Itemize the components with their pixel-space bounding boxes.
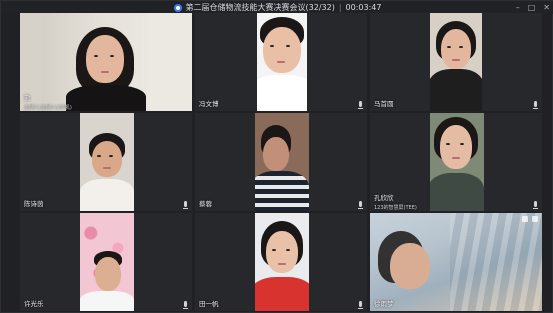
fullscreen-icon[interactable] (522, 216, 528, 222)
participant-tile[interactable]: 蔡蓉 (195, 113, 367, 211)
video-feed (430, 113, 484, 211)
video-feed (430, 13, 482, 111)
maximize-button[interactable]: □ (528, 3, 536, 12)
participant-name: 马首圆 (374, 100, 394, 108)
participant-tile[interactable]: 熊 主持人(主持人)(本机) (20, 13, 192, 111)
video-feed (20, 13, 192, 111)
microphone-icon[interactable] (183, 201, 188, 209)
participant-tile[interactable]: 孔欣欣 123的智慧屏(TEE) (370, 113, 542, 211)
close-button[interactable]: ✕ (543, 3, 550, 12)
video-feed (257, 13, 307, 111)
more-options-icon[interactable] (532, 216, 538, 222)
microphone-icon[interactable] (533, 101, 538, 109)
video-feed (255, 113, 309, 211)
participant-name: 田一帆 (199, 300, 219, 308)
video-feed (80, 113, 134, 211)
video-feed (370, 213, 542, 311)
app-logo-icon (173, 3, 182, 12)
participant-tile[interactable]: 田一帆 (195, 213, 367, 311)
video-grid: 熊 主持人(主持人)(本机) 冯文博 马首圆 陈诗茵 蔡蓉 孔欣欣 123的智慧… (20, 13, 543, 313)
microphone-icon[interactable] (183, 301, 188, 309)
participant-name: 熊 (24, 94, 31, 102)
participant-name: 许光乐 (24, 300, 44, 308)
microphone-icon[interactable] (358, 101, 363, 109)
minimize-button[interactable]: – (516, 3, 520, 12)
participant-name: 冯文博 (199, 100, 219, 108)
participant-name: 徐雨梦 (374, 300, 394, 308)
participant-tile[interactable]: 陈诗茵 (20, 113, 192, 211)
meeting-window: 第二届仓储物流技能大赛决赛会议(32/32) | 00:03:47 – □ ✕ … (0, 0, 553, 313)
microphone-icon[interactable] (358, 301, 363, 309)
participant-name: 蔡蓉 (199, 200, 212, 208)
participant-name: 孔欣欣 (374, 194, 394, 202)
participant-tile[interactable]: 马首圆 (370, 13, 542, 111)
participant-name: 陈诗茵 (24, 200, 44, 208)
participant-role: 主持人(主持人)(本机) (24, 105, 72, 111)
participant-tile[interactable]: 许光乐 (20, 213, 192, 311)
video-feed (255, 213, 309, 311)
microphone-icon[interactable] (358, 201, 363, 209)
participant-tile[interactable]: 冯文博 (195, 13, 367, 111)
participant-tile[interactable]: 徐雨梦 (370, 213, 542, 311)
participant-device: 123的智慧屏(TEE) (374, 205, 417, 211)
tile-action-icons (522, 216, 538, 222)
microphone-icon[interactable] (533, 201, 538, 209)
video-feed (80, 213, 134, 311)
